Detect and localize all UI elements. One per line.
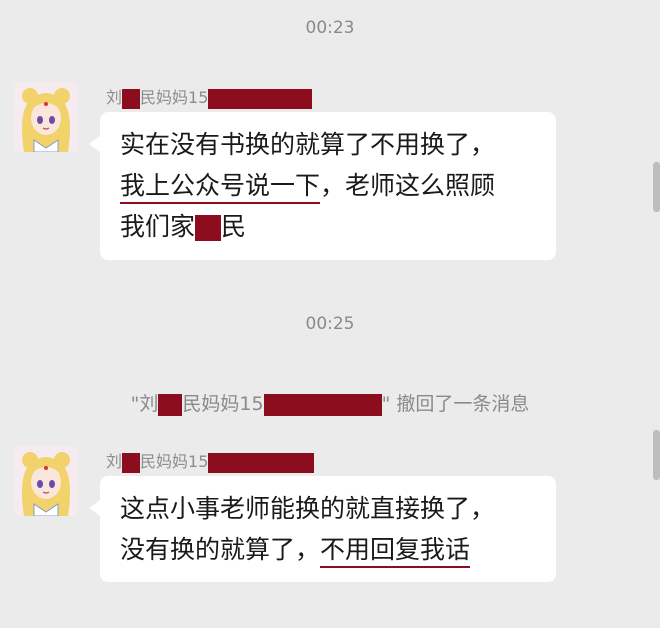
message-text-fragment: 民 [221, 212, 247, 241]
sender-name: 刘民妈妈15 [106, 84, 313, 109]
underlined-text: 我上公众号说一下 [120, 171, 321, 204]
avatar[interactable] [14, 446, 78, 516]
message-text-fragment: ，老师这么照顾 [320, 171, 496, 200]
redaction-block [208, 88, 313, 109]
sender-name-prefix: 刘 [106, 452, 123, 471]
anime-girl-avatar-icon [14, 446, 78, 516]
sender-name-suffix: 民妈妈15 [140, 88, 209, 107]
message-bubble[interactable]: 这点小事老师能换的就直接换了， 没有换的就算了，不用回复我话 [89, 476, 556, 582]
sender-name-suffix: 民妈妈15 [140, 452, 209, 471]
recall-text-fragment: "刘 [130, 393, 159, 415]
redaction-block [263, 393, 382, 416]
message-bubble[interactable]: 实在没有书换的就算了不用换了， 我上公众号说一下，老师这么照顾 我们家民 [89, 112, 556, 260]
anime-girl-avatar-icon [14, 82, 78, 152]
timestamp: 00:23 [305, 18, 355, 38]
recall-text-fragment: " 撤回了一条消息 [381, 393, 530, 415]
timestamp: 00:25 [305, 314, 355, 334]
scrollbar[interactable] [653, 162, 660, 212]
avatar[interactable] [14, 82, 78, 152]
message-text-line: 这点小事老师能换的就直接换了， [120, 494, 496, 523]
sender-name: 刘民妈妈15 [106, 448, 315, 473]
sender-name-prefix: 刘 [106, 88, 123, 107]
message-text-line: 没有换的就算了，不用回复我话 [120, 529, 538, 570]
recall-notice: "刘 民妈妈15 " 撤回了一条消息 [0, 389, 660, 416]
message-text-line: 实在没有书换的就算了不用换了， [120, 130, 496, 159]
message-text-line: 我上公众号说一下，老师这么照顾 [120, 165, 538, 206]
redaction-block [158, 393, 183, 416]
underlined-text: 不用回复我话 [320, 535, 471, 568]
redaction-block [208, 452, 315, 473]
redaction-block [195, 215, 222, 241]
message-text-line: 我们家民 [120, 206, 538, 247]
message-text-fragment: 没有换的就算了， [120, 535, 321, 564]
recall-text-fragment: 民妈妈15 [182, 393, 264, 415]
message-text-fragment: 我们家 [120, 212, 196, 241]
scrollbar[interactable] [653, 430, 660, 480]
redaction-block [122, 88, 141, 109]
redaction-block [122, 452, 141, 473]
